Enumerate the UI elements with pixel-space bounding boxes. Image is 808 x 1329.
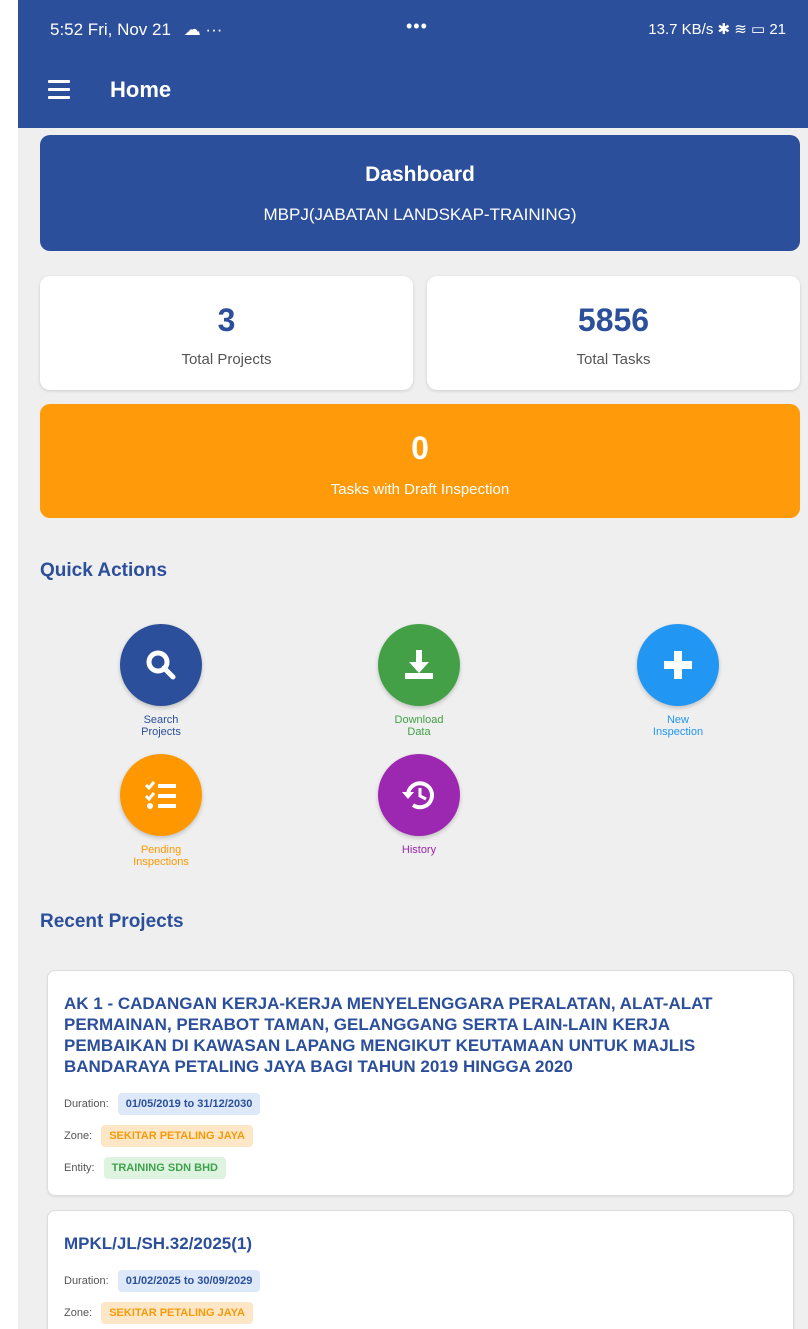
zone-chip: SEKITAR PETALING JAYA [101,1125,253,1147]
plus-icon [664,651,692,679]
pending-inspections-label: Pending Inspections [133,844,189,868]
pending-inspections-action[interactable]: Pending Inspections [101,754,221,868]
search-projects-action[interactable]: Search Projects [101,624,221,738]
zone-chip: SEKITAR PETALING JAYA [101,1302,253,1324]
project-zone-row: Zone: SEKITAR PETALING JAYA [64,1125,793,1147]
download-data-circle [378,624,460,706]
project-title: MPKL/JL/SH.32/2025(1) [64,1234,253,1253]
project-entity-row: Entity: TRAINING SDN BHD [64,1157,793,1179]
draft-inspection-value: 0 [411,430,429,466]
cloud-icon: ☁ ··· [183,20,223,39]
download-icon [405,650,433,679]
project-title: AK 1 - CADANGAN KERJA-KERJA MENYELENGGAR… [64,994,713,1076]
total-tasks-value: 5856 [577,302,650,338]
duration-chip: 01/02/2025 to 30/09/2029 [117,1270,261,1292]
project-card[interactable]: AK 1 - CADANGAN KERJA-KERJA MENYELENGGAR… [47,970,794,1196]
checklist-icon [144,781,176,809]
new-inspection-circle [637,624,719,706]
zone-label: Zone: [64,1130,93,1142]
status-time-date: 5:52 Fri, Nov 21 [50,20,171,39]
status-center-dots: ••• [406,16,428,36]
search-projects-label: Search Projects [141,714,181,738]
download-data-action[interactable]: Download Data [359,624,479,738]
draft-inspection-card[interactable]: 0 Tasks with Draft Inspection [40,404,800,518]
draft-inspection-label: Tasks with Draft Inspection [330,481,510,498]
pending-inspections-circle [120,754,202,836]
new-inspection-action[interactable]: New Inspection [618,624,738,738]
status-time: 5:52 Fri, Nov 21 ☁ ··· [50,20,222,40]
recent-projects-heading: Recent Projects [40,911,184,932]
app-screen: 5:52 Fri, Nov 21 ☁ ··· ••• 13.7 KB/s ✱ ≋… [18,0,808,1329]
total-tasks-label: Total Tasks [576,351,651,368]
page-title: Home [110,77,172,102]
total-tasks-card[interactable]: 5856 Total Tasks [427,276,800,390]
history-icon [402,781,434,810]
new-inspection-label: New Inspection [652,714,704,738]
search-projects-circle [120,624,202,706]
duration-chip: 01/05/2019 to 31/12/2030 [117,1093,261,1115]
status-indicators: 13.7 KB/s ✱ ≋ ▭ 21 [648,21,786,38]
dashboard-subtitle: MBPJ(JABATAN LANDSKAP-TRAINING) [263,205,577,224]
project-card[interactable]: MPKL/JL/SH.32/2025(1) Duration: 01/02/20… [47,1210,794,1329]
entity-chip: TRAINING SDN BHD [103,1157,226,1179]
zone-label: Zone: [64,1307,93,1319]
quick-actions-heading: Quick Actions [40,560,168,581]
search-icon [146,650,176,680]
history-label: History [401,844,437,856]
dashboard-banner: Dashboard MBPJ(JABATAN LANDSKAP-TRAINING… [40,135,800,251]
project-duration-row: Duration: 01/05/2019 to 31/12/2030 [64,1093,793,1115]
entity-label: Entity: [64,1162,95,1174]
duration-label: Duration: [64,1098,109,1110]
app-bar: Home [18,60,808,128]
hamburger-icon[interactable] [48,80,70,102]
total-projects-value: 3 [217,302,236,338]
download-data-label: Download Data [394,714,444,738]
total-projects-label: Total Projects [181,351,272,368]
history-circle [378,754,460,836]
total-projects-card[interactable]: 3 Total Projects [40,276,413,390]
duration-label: Duration: [64,1275,109,1287]
dashboard-title: Dashboard [365,163,475,186]
project-zone-row: Zone: SEKITAR PETALING JAYA [64,1302,793,1324]
history-action[interactable]: History [359,754,479,856]
status-bar: 5:52 Fri, Nov 21 ☁ ··· ••• 13.7 KB/s ✱ ≋… [18,0,808,60]
project-duration-row: Duration: 01/02/2025 to 30/09/2029 [64,1270,793,1292]
